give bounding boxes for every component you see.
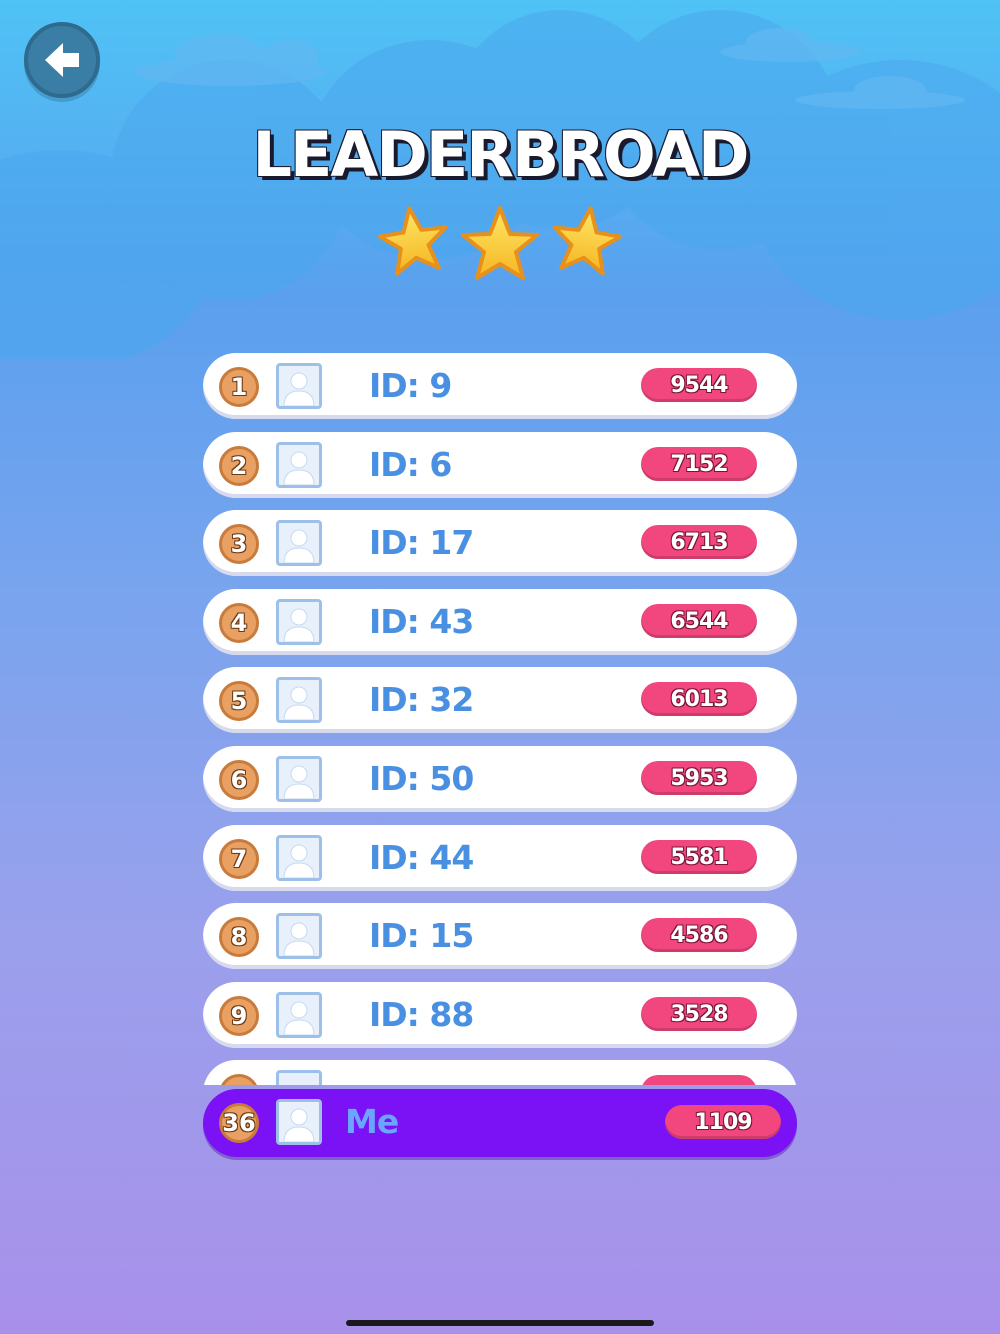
- player-name: ID: 32: [369, 680, 474, 719]
- score-badge: 6013: [641, 682, 757, 716]
- score-badge: [641, 1075, 757, 1085]
- score-badge: 5581: [641, 840, 757, 874]
- user-avatar-icon: [276, 520, 322, 566]
- current-player-row: 36 Me 1109: [203, 1089, 797, 1157]
- leaderboard-row-partial: [203, 1060, 797, 1085]
- rank-badge: 8: [219, 917, 259, 957]
- player-name: Me: [345, 1102, 399, 1141]
- player-name: ID: 15: [369, 916, 474, 955]
- user-avatar-icon: [276, 677, 322, 723]
- home-indicator[interactable]: [346, 1320, 654, 1326]
- player-name: ID: 43: [369, 602, 474, 641]
- rank-badge: 7: [219, 839, 259, 879]
- player-name: ID: 6: [369, 445, 452, 484]
- rank-badge: 2: [219, 446, 259, 486]
- player-name: ID: 44: [369, 838, 474, 877]
- player-name: ID: 88: [369, 995, 474, 1034]
- player-name: ID: 9: [369, 366, 452, 405]
- score-badge: 1109: [665, 1105, 781, 1139]
- arrow-left-icon: [45, 43, 79, 77]
- rank-badge: 5: [219, 681, 259, 721]
- star-icon: [377, 206, 448, 276]
- user-avatar-icon: [276, 363, 322, 409]
- leaderboard-row: 9 ID: 88 3528: [203, 982, 797, 1048]
- user-avatar-icon: [276, 992, 322, 1038]
- player-name: ID: 50: [369, 759, 474, 798]
- leaderboard-row: 6 ID: 50 5953: [203, 746, 797, 812]
- back-button[interactable]: [24, 22, 100, 98]
- score-badge: 6544: [641, 604, 757, 638]
- user-avatar-icon: [276, 835, 322, 881]
- player-name: ID: 17: [369, 523, 474, 562]
- user-avatar-icon: [276, 1099, 322, 1145]
- user-avatar-icon: [276, 756, 322, 802]
- leaderboard-row: 3 ID: 17 6713: [203, 510, 797, 576]
- score-badge: 4586: [641, 918, 757, 952]
- score-badge: 9544: [641, 368, 757, 402]
- score-badge: 3528: [641, 997, 757, 1031]
- leaderboard-list[interactable]: 1 ID: 9 9544 2 ID: 6 7152 3 ID: 17 6 7 1 3 …: [203, 353, 797, 1085]
- rank-badge: 3: [219, 524, 259, 564]
- rank-badge: 6: [219, 760, 259, 800]
- rank-badge: 9: [219, 996, 259, 1036]
- score-badge: 5953: [641, 761, 757, 795]
- leaderboard-row: 5 ID: 32 6013: [203, 667, 797, 733]
- stars-rating: [377, 206, 623, 280]
- user-avatar-icon: [276, 442, 322, 488]
- page-title: LEADERBROAD: [252, 118, 750, 191]
- leaderboard-row: 8 ID: 15 4586: [203, 903, 797, 969]
- leaderboard-row: 4 ID: 43 6544: [203, 589, 797, 655]
- leaderboard-row: 1 ID: 9 9544: [203, 353, 797, 419]
- score-badge: 6713: [641, 525, 757, 559]
- user-avatar-icon: [276, 913, 322, 959]
- rank-badge: 36: [219, 1103, 259, 1143]
- rank-badge: 4: [219, 603, 259, 643]
- leaderboard-row: 7 ID: 44 5581: [203, 825, 797, 891]
- rank-badge: 1: [219, 367, 259, 407]
- score-badge: 7152: [641, 447, 757, 481]
- user-avatar-icon: [276, 599, 322, 645]
- leaderboard-row: 2 ID: 6 7152: [203, 432, 797, 498]
- star-icon: [461, 206, 539, 280]
- rank-badge: [219, 1074, 259, 1085]
- star-icon: [552, 206, 623, 276]
- user-avatar-icon: [276, 1070, 322, 1085]
